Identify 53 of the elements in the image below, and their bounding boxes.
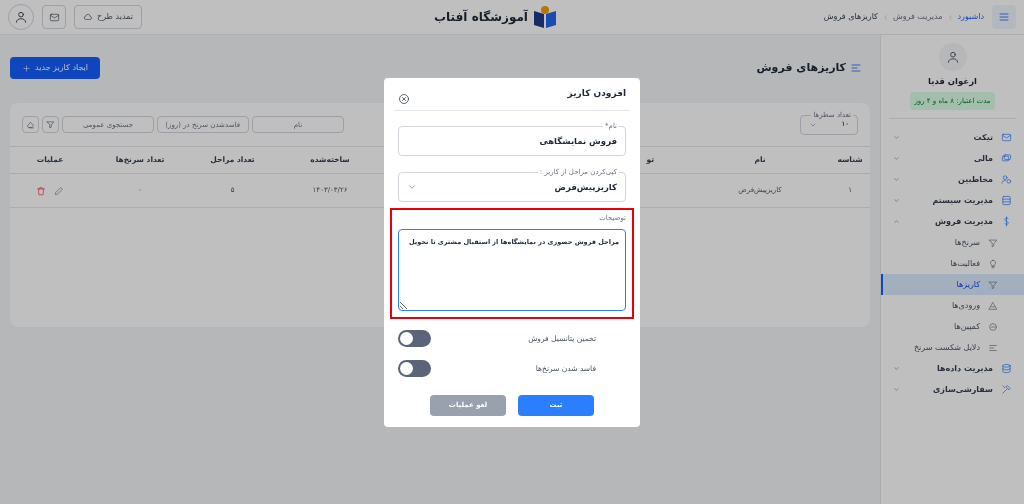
dialog-title: افزودن کاریز [567,87,626,101]
sidebar-subitem[interactable]: دلایل شکست سرنخ [881,337,1024,359]
sort-icon [850,62,862,74]
mail-button[interactable] [42,5,66,29]
menu-button[interactable] [992,5,1016,29]
trash-icon [36,185,46,196]
user-name: ارغوان قدیا [928,75,977,88]
sidebar-subitem[interactable]: ورودی‌ها [881,295,1024,317]
eraser-icon [26,120,35,129]
sidebar-item[interactable]: تیکت [881,127,1024,149]
sidebar-item[interactable]: سفارشی‌سازی [881,379,1024,401]
new-pipeline-button[interactable]: ایجاد کاریز جدید [10,57,101,79]
logo-text: آموزشگاه آفتاب [434,8,528,26]
toggle-switch[interactable] [398,330,431,347]
funnel-icon [988,237,998,248]
chevron-icon [946,13,954,21]
db-icon [1001,363,1012,375]
breadcrumb-link[interactable]: داشبورد [957,11,984,23]
funnel-icon [988,279,998,290]
sidebar-item[interactable]: مخاطبین [881,169,1024,191]
chevron-icon [881,13,889,21]
toggle-switch[interactable] [398,360,431,377]
sidebar-item[interactable]: مدیریت فروش [881,211,1024,233]
page-title: کاریزهای فروش [756,59,846,76]
close-icon [398,93,410,105]
sidebar-item[interactable]: مدیریت سیستم [881,190,1024,212]
circle-icon [988,321,998,332]
clear-filters-button[interactable] [22,116,39,133]
plus-icon [22,63,31,73]
cloud-icon [83,12,93,22]
book-logo-icon [532,5,558,29]
bulb-icon [988,258,998,269]
mail-icon [1001,132,1012,144]
triangle-icon [988,300,998,311]
user-icon [14,10,28,24]
sidebar-item[interactable]: مالی [881,148,1024,170]
filter-button[interactable] [42,116,59,133]
edit-icon [54,185,64,196]
breadcrumb-link[interactable]: مدیریت فروش [892,11,943,23]
user-icon [945,50,960,64]
sidebar-subitem[interactable]: کمپین‌ها [881,316,1024,338]
dollar-icon [1001,216,1012,228]
chevron-icon [407,182,417,192]
breadcrumb-link[interactable]: کاریزهای فروش [823,11,878,23]
renew-button[interactable]: تمدید طرح [74,5,142,29]
sidebar-item[interactable]: مدیریت داده‌ها [881,358,1024,380]
sidebar-subitem[interactable]: کاریزها [881,274,1024,296]
sidebar-subitem[interactable]: سرنخ‌ها [881,232,1024,254]
filter-icon [46,120,55,129]
server-icon [1001,195,1012,207]
menu-icon [998,11,1010,23]
lines-icon [988,342,998,353]
mail-icon [48,11,60,23]
